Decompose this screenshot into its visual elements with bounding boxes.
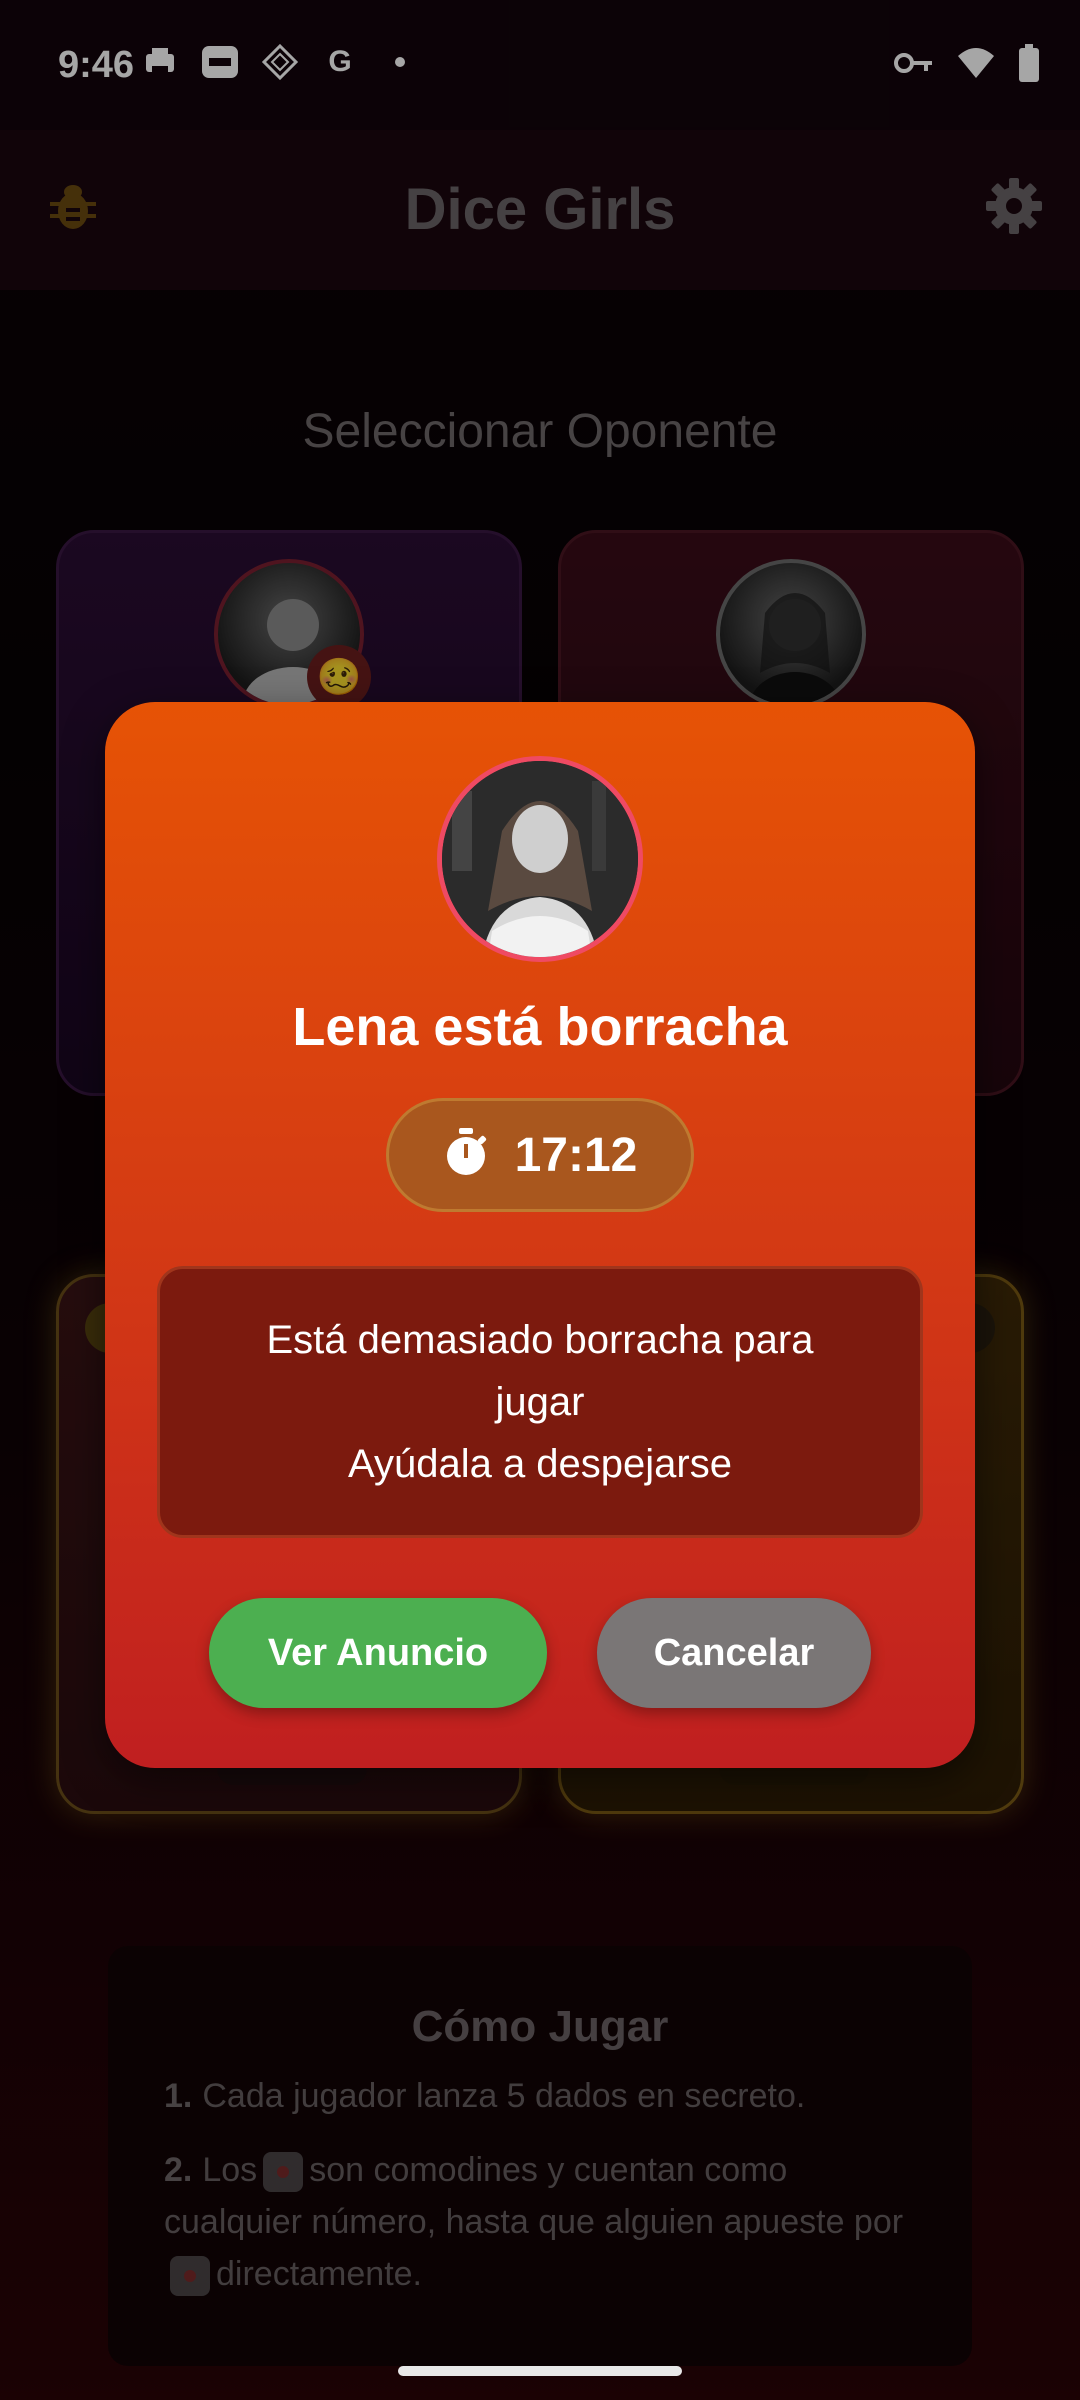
message-line: Está demasiado borracha para	[266, 1318, 814, 1362]
avatar	[437, 756, 643, 962]
watch-ad-button[interactable]: Ver Anuncio	[209, 1598, 547, 1708]
timer-badge: 17:12	[386, 1098, 694, 1212]
drunk-dialog: Lena está borracha 17:12 Está demasiado …	[105, 702, 975, 1768]
gesture-nav-handle[interactable]	[398, 2366, 682, 2376]
stopwatch-icon	[443, 1127, 489, 1183]
dialog-title: Lena está borracha	[292, 997, 788, 1057]
message-line: Ayúdala a despejarse	[348, 1442, 732, 1486]
message-line: jugar	[495, 1380, 585, 1424]
timer-text: 17:12	[514, 1128, 638, 1182]
cancel-button[interactable]: Cancelar	[597, 1598, 871, 1708]
dialog-message: Está demasiado borracha para jugar Ayúda…	[157, 1266, 923, 1538]
